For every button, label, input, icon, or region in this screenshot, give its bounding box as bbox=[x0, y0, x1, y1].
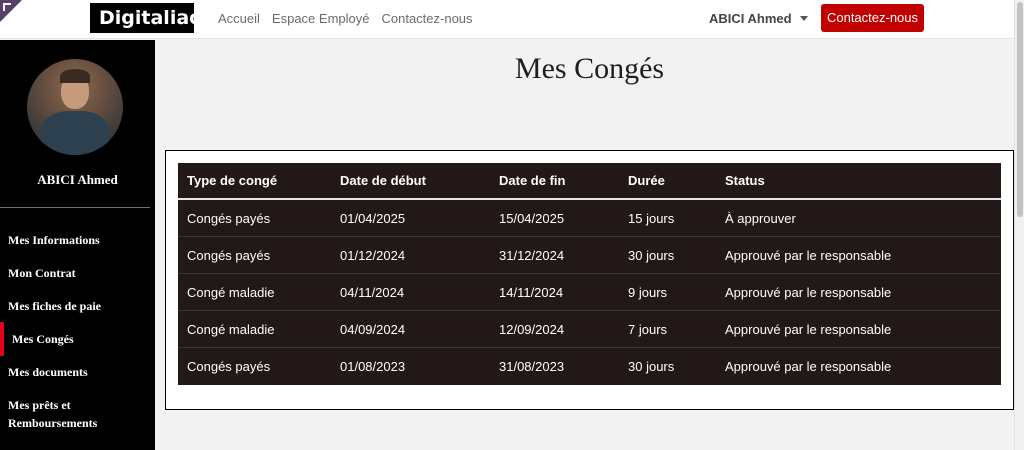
avatar-hair bbox=[60, 69, 90, 83]
nav-link-accueil[interactable]: Accueil bbox=[218, 11, 260, 26]
cell-start-date: 01/04/2025 bbox=[340, 210, 406, 226]
cell-end-date: 31/12/2024 bbox=[499, 247, 565, 263]
cell-end-date: 14/11/2024 bbox=[499, 284, 564, 300]
nav-link-contactez-nous[interactable]: Contactez-nous bbox=[381, 11, 472, 26]
corner-toggle-icon[interactable] bbox=[0, 0, 22, 22]
cell-type: Congé maladie bbox=[187, 284, 275, 300]
cell-status: Approuvé par le responsable bbox=[725, 284, 892, 300]
cell-duration: 30 jours bbox=[628, 359, 675, 374]
contact-button[interactable]: Contactez-nous bbox=[821, 4, 924, 32]
header-start-date: Date de début bbox=[340, 173, 426, 188]
cell-start-date: 04/09/2024 bbox=[340, 321, 406, 337]
cell-duration: 30 jours bbox=[628, 247, 675, 263]
sidebar-item-prets-remboursements[interactable]: Mes prêts et Remboursements bbox=[8, 396, 123, 432]
cell-duration: 15 jours bbox=[628, 210, 675, 226]
top-navbar: Digitaliac Accueil Espace Employé Contac… bbox=[0, 0, 1014, 54]
leave-table: Type de congé Date de début Date de fin … bbox=[178, 163, 1001, 385]
brand-logo[interactable]: Digitaliac bbox=[90, 3, 200, 54]
leave-panel: Type de congé Date de début Date de fin … bbox=[165, 150, 1014, 410]
table-row: Congés payés 01/12/2024 31/12/2024 30 jo… bbox=[178, 237, 1001, 274]
avatar bbox=[27, 59, 123, 155]
user-menu-dropdown[interactable]: ABICI Ahmed bbox=[709, 11, 808, 26]
table-row: Congés payés 01/04/2025 15/04/2025 15 jo… bbox=[178, 200, 1001, 237]
cell-end-date: 31/08/2023 bbox=[499, 359, 565, 374]
sidebar-item-mon-contrat[interactable]: Mon Contrat bbox=[8, 264, 76, 282]
table-row: Congés payés 01/08/2023 31/08/2023 30 jo… bbox=[178, 348, 1001, 385]
nav-link-espace-employe[interactable]: Espace Employé bbox=[272, 11, 370, 26]
cell-duration: 7 jours bbox=[628, 321, 668, 337]
page-title: Mes Congés bbox=[514, 52, 665, 85]
table-row: Congé maladie 04/11/2024 14/11/2024 9 jo… bbox=[178, 274, 1001, 311]
scrollbar-thumb[interactable] bbox=[1017, 2, 1023, 217]
cell-start-date: 04/11/2024 bbox=[340, 284, 405, 300]
sidebar: ABICI Ahmed Mes Informations Mon Contrat… bbox=[0, 40, 155, 450]
cell-status: Approuvé par le responsable bbox=[725, 359, 892, 374]
cell-status: À approuver bbox=[725, 210, 796, 226]
table-row: Congé maladie 04/09/2024 12/09/2024 7 jo… bbox=[178, 311, 1001, 348]
cell-type: Congés payés bbox=[187, 247, 271, 263]
table-header: Type de congé Date de début Date de fin … bbox=[178, 163, 1001, 200]
sidebar-item-mes-documents[interactable]: Mes documents bbox=[8, 363, 88, 381]
sidebar-item-fiches-de-paie[interactable]: Mes fiches de paie bbox=[8, 297, 101, 315]
header-duration: Durée bbox=[628, 173, 665, 188]
active-item-indicator bbox=[0, 322, 4, 356]
user-menu-name: ABICI Ahmed bbox=[709, 11, 792, 26]
sidebar-user-name: ABICI Ahmed bbox=[37, 172, 118, 187]
cell-duration: 9 jours bbox=[628, 284, 668, 300]
cell-end-date: 12/09/2024 bbox=[499, 321, 565, 337]
cell-status: Approuvé par le responsable bbox=[725, 247, 892, 263]
logo-text: Digitaliac bbox=[99, 7, 201, 29]
cell-type: Congés payés bbox=[187, 359, 271, 374]
sidebar-item-mes-informations[interactable]: Mes Informations bbox=[8, 231, 100, 249]
sidebar-item-mes-conges[interactable]: Mes Congés bbox=[12, 330, 74, 348]
sidebar-divider bbox=[0, 207, 150, 208]
main-nav: Accueil Espace Employé Contactez-nous bbox=[218, 11, 473, 26]
cell-start-date: 01/08/2023 bbox=[340, 359, 406, 374]
header-end-date: Date de fin bbox=[499, 173, 566, 188]
caret-down-icon bbox=[799, 16, 808, 21]
header-status: Status bbox=[725, 173, 765, 188]
cell-type: Congés payés bbox=[187, 210, 271, 226]
cell-type: Congé maladie bbox=[187, 321, 275, 337]
cell-end-date: 15/04/2025 bbox=[499, 210, 565, 226]
cell-start-date: 01/12/2024 bbox=[340, 247, 406, 263]
header-type: Type de congé bbox=[187, 173, 278, 188]
cell-status: Approuvé par le responsable bbox=[725, 321, 892, 337]
avatar-body bbox=[41, 111, 109, 155]
